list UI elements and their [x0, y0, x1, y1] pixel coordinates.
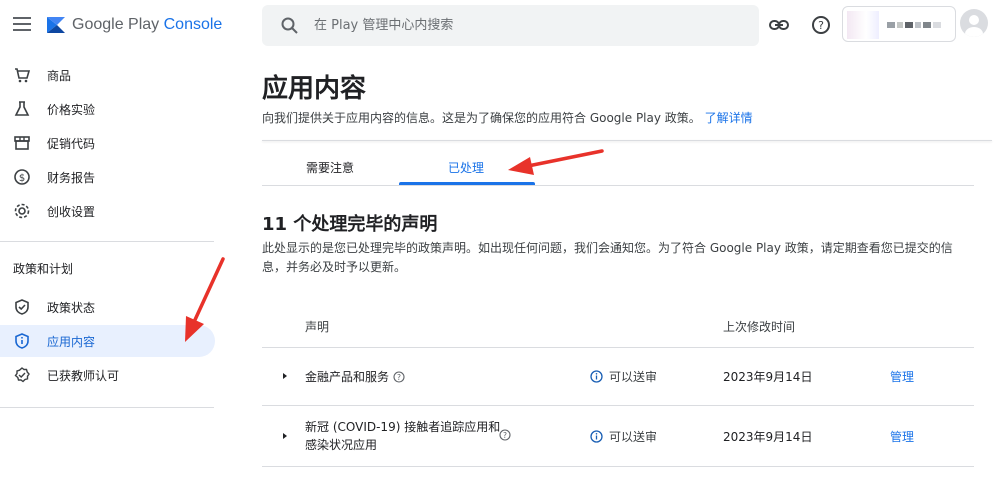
sidebar-item-label: 创收设置: [47, 205, 96, 219]
svg-text:?: ?: [397, 373, 401, 382]
page-description-text: 向我们提供关于应用内容的信息。这是为了确保您的应用符合 Google Play …: [262, 111, 701, 125]
cart-icon: [15, 68, 31, 83]
tab-handled[interactable]: 已处理: [448, 159, 484, 176]
brand-main: Google Play: [72, 16, 160, 33]
gear-icon: [14, 203, 30, 219]
sidebar-item-label: 财务报告: [47, 171, 96, 185]
tab-needs-attention[interactable]: 需要注意: [306, 159, 354, 176]
status-cell: 可以送审: [590, 368, 657, 385]
declaration-cell: 金融产品和服务?: [305, 368, 405, 386]
shield-check-icon: [15, 299, 29, 315]
page-title: 应用内容: [262, 74, 367, 104]
sidebar-section-title: 政策和计划: [13, 262, 74, 276]
status-cell: 可以送审: [590, 428, 657, 445]
sidebar-item-app-content[interactable]: 应用内容: [0, 325, 215, 357]
brand-title[interactable]: Google Play Console: [72, 16, 222, 34]
help-icon[interactable]: ?: [393, 371, 405, 383]
svg-text:?: ?: [818, 19, 824, 32]
search-icon[interactable]: [280, 16, 300, 36]
tabs-divider: [262, 185, 974, 186]
page-description: 向我们提供关于应用内容的信息。这是为了确保您的应用符合 Google Play …: [262, 109, 753, 126]
arrow-to-handled-tab: [508, 149, 604, 175]
declaration-name-line2: 感染状况应用: [305, 438, 378, 452]
sidebar-item-label: 促销代码: [47, 137, 96, 151]
table-divider: [262, 405, 974, 406]
modified-date: 2023年9月14日: [723, 430, 813, 444]
account-thumbnail: [847, 11, 879, 39]
sidebar: 商品 价格实验 促销代码 $ 财务报告 创收设置 政策和计划 政策状态 应用内容…: [0, 52, 215, 488]
badge-check-icon: [14, 367, 30, 383]
sidebar-item-financial-reports[interactable]: $ 财务报告: [0, 161, 215, 193]
sidebar-item-label: 应用内容: [47, 335, 96, 349]
table-divider: [262, 347, 974, 348]
store-icon: [14, 136, 30, 150]
flask-icon: [14, 101, 30, 116]
info-icon: [590, 370, 603, 383]
developer-account-switcher[interactable]: [842, 6, 956, 42]
sidebar-item-promo-codes[interactable]: 促销代码: [0, 127, 215, 159]
brand-console: Console: [163, 16, 223, 33]
sidebar-item-price-experiments[interactable]: 价格实验: [0, 93, 215, 125]
svg-text:?: ?: [503, 431, 507, 440]
column-header-declaration: 声明: [305, 320, 330, 334]
table-divider: [262, 466, 974, 467]
hamburger-icon[interactable]: [13, 17, 31, 31]
expand-caret-icon[interactable]: [283, 433, 287, 439]
sidebar-item-monetization-setup[interactable]: 创收设置: [0, 195, 215, 227]
play-console-logo: [47, 17, 65, 33]
expand-caret-icon[interactable]: [283, 373, 287, 379]
learn-more-link[interactable]: 了解详情: [705, 111, 753, 125]
sidebar-item-label: 已获教师认可: [47, 369, 120, 383]
sidebar-divider: [0, 241, 214, 242]
dollar-icon: $: [14, 169, 30, 185]
declaration-name-line1: 新冠 (COVID-19) 接触者追踪应用和: [305, 420, 501, 434]
help-icon[interactable]: ?: [810, 14, 832, 36]
declaration-cell: 新冠 (COVID-19) 接触者追踪应用和 感染状况应用: [305, 418, 500, 454]
header-divider: [262, 140, 992, 141]
link-icon[interactable]: [768, 14, 790, 36]
sidebar-item-label: 商品: [47, 69, 72, 83]
manage-link[interactable]: 管理: [890, 428, 914, 445]
sidebar-item-products[interactable]: 商品: [0, 59, 215, 91]
search-bar[interactable]: [262, 5, 759, 46]
info-icon: [590, 430, 603, 443]
search-input[interactable]: [314, 5, 734, 46]
status-text: 可以送审: [609, 430, 658, 444]
help-icon[interactable]: ?: [499, 429, 511, 441]
manage-link[interactable]: 管理: [890, 368, 914, 385]
status-text: 可以送审: [609, 370, 658, 384]
sidebar-divider: [0, 407, 214, 408]
info-shield-icon: [15, 333, 29, 349]
sidebar-item-policy-status[interactable]: 政策状态: [0, 291, 215, 323]
sidebar-item-label: 价格实验: [47, 103, 96, 117]
top-app-bar: Google Play Console ?: [0, 0, 1000, 52]
account-avatar[interactable]: [960, 9, 988, 37]
modified-date: 2023年9月14日: [723, 370, 813, 384]
sidebar-item-teacher-approved[interactable]: 已获教师认可: [0, 359, 215, 391]
svg-text:$: $: [19, 173, 25, 184]
section-heading: 11 个处理完毕的声明: [262, 214, 438, 235]
account-name-redacted: [887, 22, 941, 28]
declaration-name: 金融产品和服务: [305, 370, 390, 384]
sidebar-item-label: 政策状态: [47, 301, 96, 315]
column-header-last-modified: 上次修改时间: [723, 320, 796, 334]
section-description: 此处显示的是您已处理完毕的政策声明。如出现任何问题，我们会通知您。为了符合 Go…: [262, 241, 953, 274]
